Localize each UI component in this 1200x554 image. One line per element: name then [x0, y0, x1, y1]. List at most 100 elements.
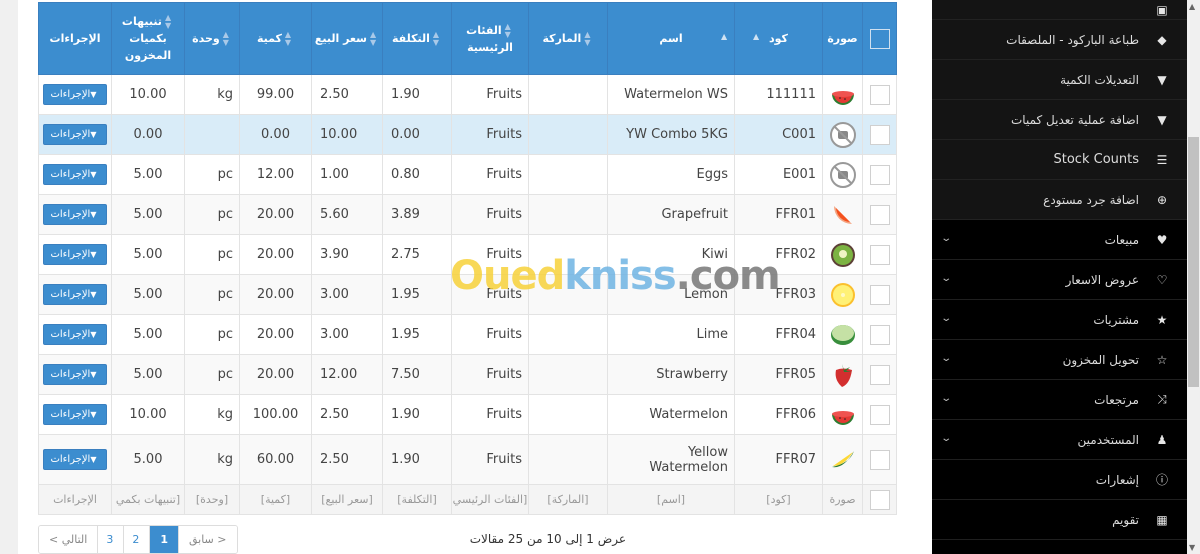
- scroll-up-icon[interactable]: ▲: [1189, 2, 1195, 11]
- row-checkbox[interactable]: [869, 124, 890, 145]
- sidebar-item[interactable]: ▼ اضافة عملية تعديل كميات: [932, 100, 1187, 140]
- pagination-page-3[interactable]: 3: [98, 526, 125, 553]
- header-price[interactable]: ▲ ▼سعر البيع: [311, 2, 383, 75]
- sidebar-item-label: اضافة جرد مستودع: [1043, 192, 1139, 207]
- cell-select[interactable]: [862, 74, 897, 115]
- row-checkbox[interactable]: [869, 244, 890, 265]
- chevron-down-icon: ⌄: [940, 233, 953, 244]
- scrollbar-thumb[interactable]: [1188, 137, 1199, 387]
- header-name[interactable]: ▲ اسم: [607, 2, 735, 75]
- cell-select[interactable]: [862, 354, 897, 395]
- row-actions-button[interactable]: ▼الإجراءات: [43, 84, 107, 105]
- row-actions-button[interactable]: ▼الإجراءات: [43, 324, 107, 345]
- cell-select[interactable]: [862, 234, 897, 275]
- cell-select[interactable]: [862, 194, 897, 235]
- row-actions-button[interactable]: ▼الإجراءات: [43, 244, 107, 265]
- sidebar-item-label: مشتريات: [1093, 312, 1139, 327]
- sidebar-item-label: Stock Counts: [1053, 152, 1140, 167]
- cell-quantity: 100.00: [239, 394, 312, 435]
- sidebar-item[interactable]: ▣: [932, 0, 1187, 20]
- cell-select[interactable]: [862, 274, 897, 315]
- sidebar-item[interactable]: ⓘ إشعارات: [932, 460, 1187, 500]
- footer-select-all[interactable]: [862, 484, 897, 515]
- cell-image: [822, 274, 863, 315]
- row-actions: ▼الإجراءات: [38, 354, 112, 395]
- cell-cost: 1.95: [382, 314, 452, 355]
- cell-image: [822, 434, 863, 485]
- table-row[interactable]: ▼الإجراءات 0.00 0.00 10.00 0.00 Fruits YW Comb…: [38, 114, 897, 155]
- sidebar-item[interactable]: ♟ المستخدمين ⌄: [932, 420, 1187, 460]
- table-row[interactable]: ▼الإجراءات 5.00 pc 20.00 3.90 2.75 Fruits Kiwi F…: [38, 234, 897, 275]
- cell-select[interactable]: [862, 434, 897, 485]
- pagination-prev[interactable]: < سابق: [178, 526, 237, 553]
- header-category[interactable]: ▲ ▼الفئات الرئيسية: [451, 2, 529, 75]
- cell-alert-qty: 10.00: [111, 394, 185, 435]
- header-quantity[interactable]: ▲ ▼كمية: [239, 2, 312, 75]
- header-alert-qty[interactable]: ▲ ▼تنبيهات بكميات المخزون: [111, 2, 185, 75]
- footer-select-all-checkbox[interactable]: [869, 489, 890, 510]
- cell-quantity: 20.00: [239, 354, 312, 395]
- row-checkbox[interactable]: [869, 449, 890, 470]
- sidebar-item[interactable]: ☆ تحويل المخزون ⌄: [932, 340, 1187, 380]
- sidebar-item[interactable]: ◆ طباعة الباركود - الملصقات: [932, 20, 1187, 60]
- cell-category: Fruits: [451, 234, 529, 275]
- header-cost[interactable]: ▲ ▼التكلفة: [382, 2, 452, 75]
- scroll-down-icon[interactable]: ▼: [1189, 543, 1195, 552]
- sidebar-item[interactable]: ▼ التعديلات الكمية: [932, 60, 1187, 100]
- header-unit[interactable]: ▲ ▼وحدة: [184, 2, 240, 75]
- row-actions: ▼الإجراءات: [38, 434, 112, 485]
- table-footer-row: الإجراءات [تنبيهات بكمي [وحدة] [كمية] [س…: [38, 484, 897, 515]
- table-row[interactable]: ▼الإجراءات 5.00 pc 20.00 3.00 1.95 Fruits Lemon…: [38, 274, 897, 315]
- sidebar-item[interactable]: ⤨ مرتجعات ⌄: [932, 380, 1187, 420]
- table-row[interactable]: ▼الإجراءات 5.00 pc 20.00 3.00 1.95 Fruits Lime F…: [38, 314, 897, 355]
- sidebar-item[interactable]: ♡ عروض الاسعار ⌄: [932, 260, 1187, 300]
- sidebar-item[interactable]: ★ مشتريات ⌄: [932, 300, 1187, 340]
- row-actions-button[interactable]: ▼الإجراءات: [43, 164, 107, 185]
- header-code[interactable]: ▲ كود: [734, 2, 823, 75]
- cell-unit: pc: [184, 354, 240, 395]
- row-checkbox[interactable]: [869, 404, 890, 425]
- sidebar-item-label: التعديلات الكمية: [1060, 72, 1139, 87]
- cell-name: Strawberry: [607, 354, 735, 395]
- row-checkbox[interactable]: [869, 84, 890, 105]
- cell-alert-qty: 5.00: [111, 234, 185, 275]
- scrollbar[interactable]: ▲ ▼: [1187, 0, 1200, 554]
- header-actions: الإجراءات: [38, 2, 112, 75]
- row-checkbox[interactable]: [869, 164, 890, 185]
- table-row[interactable]: ▼الإجراءات 5.00 pc 20.00 5.60 3.89 Fruits Grape…: [38, 194, 897, 235]
- row-actions-button[interactable]: ▼الإجراءات: [43, 204, 107, 225]
- cell-price: 10.00: [311, 114, 383, 155]
- table-row[interactable]: ▼الإجراءات 5.00 pc 20.00 12.00 7.50 Fruits Stra…: [38, 354, 897, 395]
- sidebar-item[interactable]: ▦ تقويم: [932, 500, 1187, 540]
- cell-select[interactable]: [862, 114, 897, 155]
- row-actions-button[interactable]: ▼الإجراءات: [43, 449, 107, 470]
- cell-select[interactable]: [862, 394, 897, 435]
- header-select-all[interactable]: [862, 2, 897, 75]
- table-row[interactable]: ▼الإجراءات 5.00 pc 12.00 1.00 0.80 Fruits Eggs E…: [38, 154, 897, 195]
- pagination-page-2[interactable]: 2: [124, 526, 151, 553]
- sidebar-item[interactable]: ☰ Stock Counts: [932, 140, 1187, 180]
- sidebar-item-label: تحويل المخزون: [1062, 352, 1139, 367]
- sidebar-item[interactable]: ♥ مبيعات ⌄: [932, 220, 1187, 260]
- select-all-checkbox[interactable]: [869, 28, 890, 49]
- row-actions-button[interactable]: ▼الإجراءات: [43, 284, 107, 305]
- header-brand[interactable]: ▲ ▼الماركة: [528, 2, 608, 75]
- star-icon: ★: [1156, 312, 1168, 327]
- cell-select[interactable]: [862, 314, 897, 355]
- pagination-page-1[interactable]: 1: [150, 526, 179, 553]
- cell-cost: 0.80: [382, 154, 452, 195]
- pagination-next[interactable]: التالي >: [39, 526, 99, 553]
- row-actions-button[interactable]: ▼الإجراءات: [43, 364, 107, 385]
- sidebar-item[interactable]: ⊕ اضافة جرد مستودع: [932, 180, 1187, 220]
- cell-select[interactable]: [862, 154, 897, 195]
- table-row[interactable]: ▼الإجراءات 5.00 kg 60.00 2.50 1.90 Fruits Yello…: [38, 434, 897, 485]
- row-checkbox[interactable]: [869, 284, 890, 305]
- table-row[interactable]: ▼الإجراءات 10.00 kg 100.00 2.50 1.90 Fruits Wat…: [38, 394, 897, 435]
- cell-quantity: 20.00: [239, 234, 312, 275]
- row-checkbox[interactable]: [869, 364, 890, 385]
- row-checkbox[interactable]: [869, 324, 890, 345]
- row-actions-button[interactable]: ▼الإجراءات: [43, 404, 107, 425]
- table-row[interactable]: ▼الإجراءات 10.00 kg 99.00 2.50 1.90 Fruits Wate…: [38, 74, 897, 115]
- row-actions-button[interactable]: ▼الإجراءات: [43, 124, 107, 145]
- row-checkbox[interactable]: [869, 204, 890, 225]
